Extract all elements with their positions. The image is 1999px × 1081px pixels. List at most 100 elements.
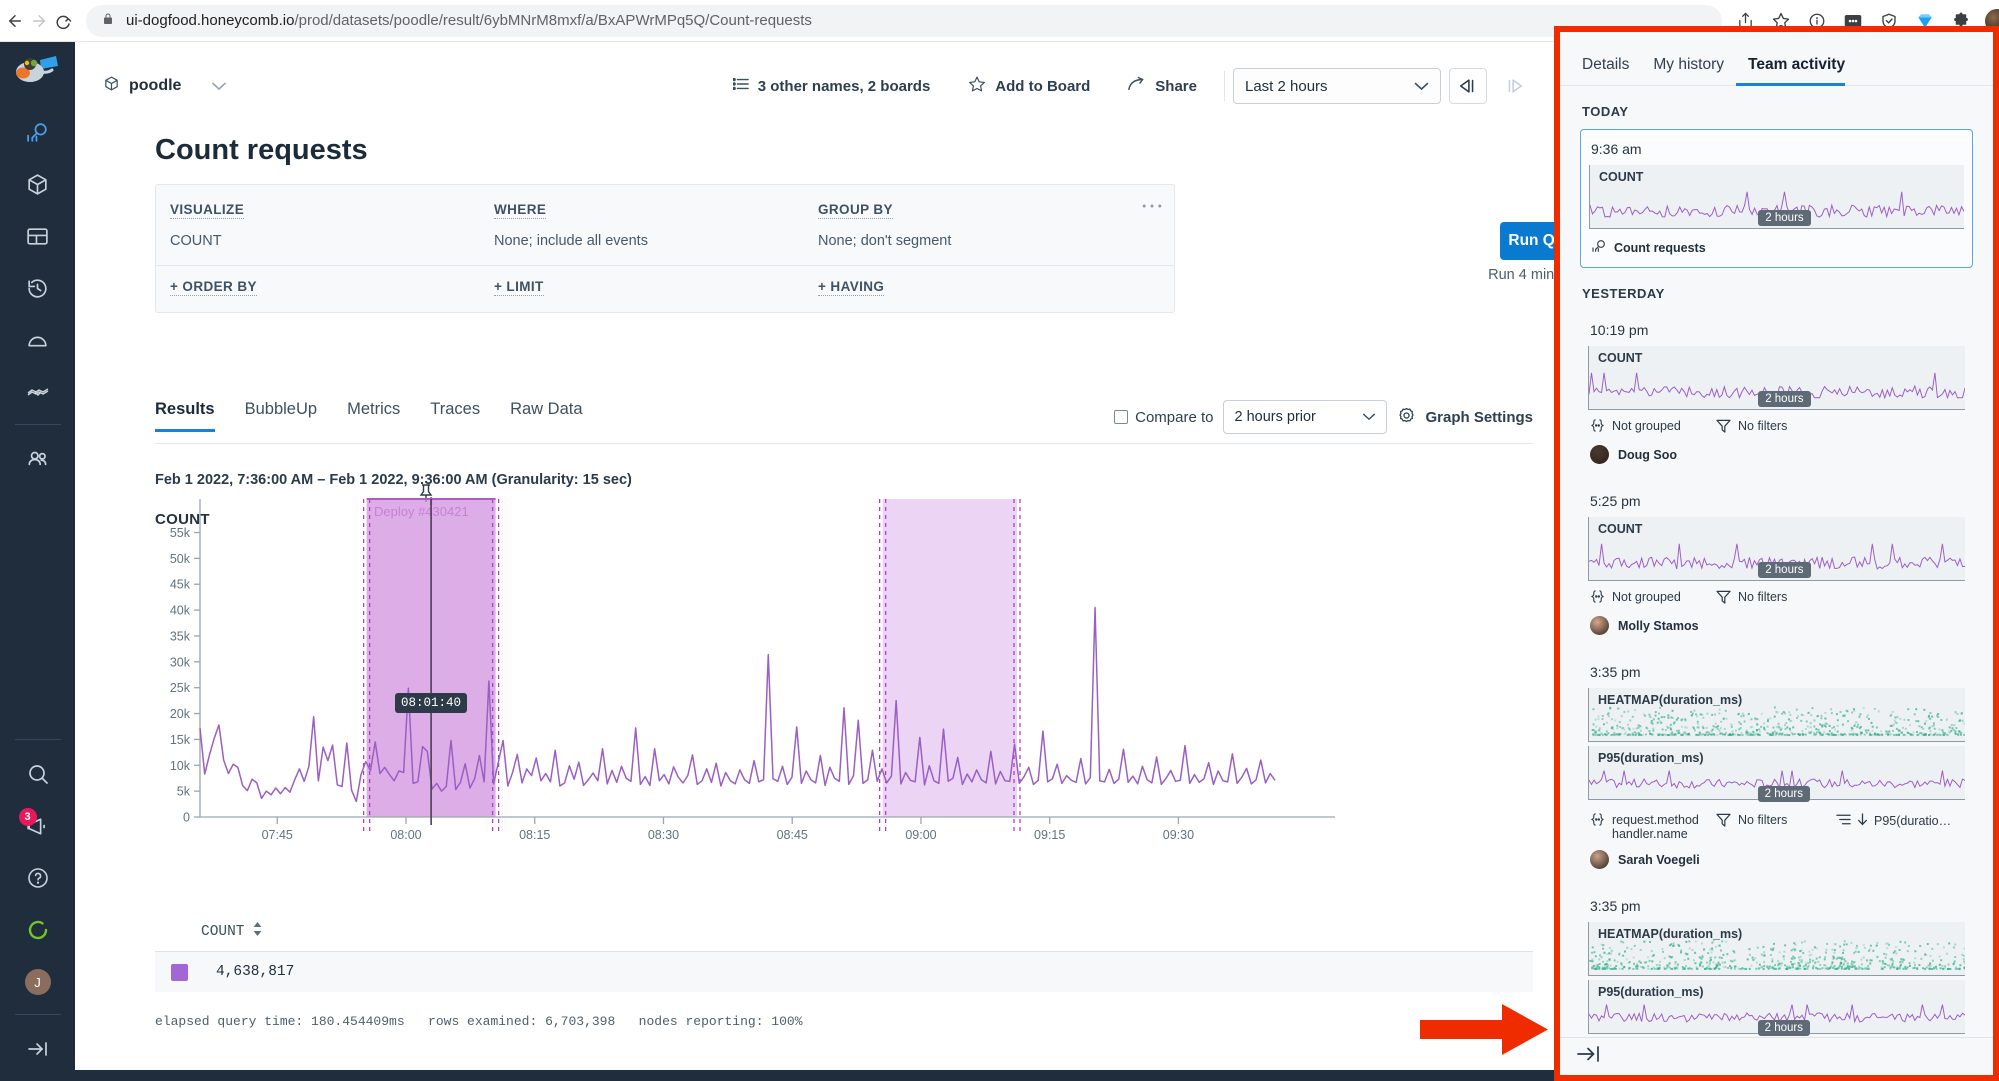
sidebar-item-boards[interactable] (16, 214, 60, 258)
tab-team-activity[interactable]: Team activity (1736, 56, 1857, 85)
activity-card[interactable]: 3:35 pm HEATMAP(duration_ms) P95(duratio… (1580, 653, 1973, 877)
step-back-icon[interactable] (1449, 68, 1487, 104)
activity-query-link[interactable]: Count requests (1589, 229, 1964, 259)
where-value[interactable]: None; include all events (494, 233, 818, 249)
activity-day-label: YESTERDAY (1560, 268, 1993, 301)
activity-graph[interactable]: HEATMAP(duration_ms) P95(duration_ms) 2 … (1588, 922, 1965, 1038)
activity-graph[interactable]: COUNT 2 hours (1589, 165, 1964, 229)
column-header-count[interactable]: COUNT (201, 924, 245, 940)
count-chart[interactable]: COUNT Deploy #430421 05k10k15k20k25k30k3… (155, 497, 1533, 897)
share-arrow-icon (1128, 76, 1146, 96)
activity-filter-text: No filters (1738, 419, 1787, 433)
table-row[interactable]: 4,638,817 (155, 952, 1533, 992)
chevron-down-icon (1362, 409, 1376, 425)
where-label[interactable]: WHERE (494, 202, 546, 219)
sidebar-item-triggers[interactable] (16, 318, 60, 362)
activity-author[interactable]: Sarah Voegeli (1588, 841, 1965, 869)
add-having[interactable]: + HAVING (818, 278, 1142, 296)
activity-filter-text: No filters (1738, 813, 1787, 827)
sidebar-item-slos[interactable] (16, 370, 60, 414)
help-question-icon[interactable] (16, 856, 60, 900)
tab-traces[interactable]: Traces (415, 400, 495, 431)
step-forward-icon[interactable] (1495, 68, 1533, 104)
collapse-rail-icon[interactable] (16, 1027, 60, 1071)
avatar (1590, 445, 1609, 464)
add-having-label[interactable]: + HAVING (818, 279, 884, 296)
url-path: /prod/datasets/poodle/result/6ybMNrM8mxf… (294, 12, 811, 29)
activity-card[interactable]: 5:25 pm COUNT 2 hours Not groupedNo filt… (1580, 482, 1973, 643)
query-clause-groupby[interactable]: GROUP BY None; don't segment (818, 201, 1142, 249)
activity-heatmap[interactable]: HEATMAP(duration_ms) (1588, 922, 1965, 976)
lock-icon (102, 12, 114, 29)
forward-arrow-icon[interactable] (30, 3, 48, 39)
tab-my-history[interactable]: My history (1641, 56, 1736, 85)
status-ring-icon[interactable] (16, 908, 60, 952)
url-host: ui-dogfood.honeycomb.io (126, 12, 294, 29)
compare-to-checkbox[interactable]: Compare to (1114, 409, 1213, 426)
sidebar-item-team[interactable] (16, 437, 60, 481)
activity-author[interactable]: Molly Stamos (1588, 607, 1965, 635)
team-activity-list[interactable]: TODAY 9:36 am COUNT 2 hours Count request… (1560, 86, 1993, 1075)
groupby-value[interactable]: None; don't segment (818, 233, 1142, 249)
honeycomb-mascot-logo[interactable] (10, 52, 66, 102)
svg-text:20k: 20k (170, 707, 191, 721)
activity-card[interactable]: 10:19 pm COUNT 2 hours Not groupedNo fil… (1580, 311, 1973, 472)
compare-period-select[interactable]: 2 hours prior (1223, 400, 1387, 434)
activity-graph[interactable]: HEATMAP(duration_ms) P95(duration_ms) 2 … (1588, 688, 1965, 804)
activity-day-label: TODAY (1560, 86, 1993, 119)
time-range-select[interactable]: Last 2 hours (1233, 68, 1441, 104)
activity-author[interactable]: Doug Soo (1588, 436, 1965, 464)
tab-metrics[interactable]: Metrics (332, 400, 415, 431)
down-arrow-icon (1857, 813, 1868, 829)
chart-svg[interactable]: 05k10k15k20k25k30k35k40k45k50k55k07:4508… (155, 497, 1533, 897)
announcements-megaphone-icon[interactable]: 3 (16, 804, 60, 848)
collapse-panel-icon[interactable] (1576, 1045, 1602, 1069)
svg-text:08:00: 08:00 (390, 828, 421, 842)
run-query-button[interactable]: Run Query (1500, 222, 1557, 260)
bottom-strip (75, 1070, 1554, 1081)
query-clause-where[interactable]: WHERE None; include all events (494, 201, 818, 249)
activity-card[interactable]: 9:36 am COUNT 2 hours Count requests (1580, 129, 1973, 268)
visualize-value[interactable]: COUNT (170, 233, 494, 249)
activity-graph[interactable]: COUNT 2 hours (1588, 517, 1965, 581)
panel-collapse-footer[interactable] (1560, 1037, 1993, 1075)
chevron-down-icon[interactable] (212, 79, 226, 94)
activity-meta-row: request.method handler.nameNo filtersP95… (1588, 804, 1965, 841)
user-avatar[interactable]: J (16, 960, 60, 1004)
query-builder: VISUALIZE COUNT WHERE None; include all … (155, 184, 1175, 313)
add-order-by[interactable]: + ORDER BY (170, 278, 494, 296)
address-bar[interactable]: ui-dogfood.honeycomb.io/prod/datasets/po… (86, 5, 1722, 37)
ellipsis-icon[interactable] (1142, 193, 1162, 214)
back-arrow-icon[interactable] (6, 3, 24, 39)
tab-raw-data[interactable]: Raw Data (495, 400, 597, 431)
tab-details[interactable]: Details (1582, 56, 1641, 85)
reload-icon[interactable] (54, 3, 72, 39)
activity-heatmap[interactable]: HEATMAP(duration_ms) (1588, 688, 1965, 742)
add-limit[interactable]: + LIMIT (494, 278, 818, 296)
share-button[interactable]: Share (1109, 76, 1216, 96)
graph-settings-button[interactable]: Graph Settings (1397, 406, 1533, 429)
search-icon[interactable] (16, 752, 60, 796)
tab-results[interactable]: Results (155, 400, 230, 431)
tab-bubbleup[interactable]: BubbleUp (230, 400, 332, 431)
svg-text:5k: 5k (177, 785, 191, 799)
sidebar-item-history[interactable] (16, 266, 60, 310)
add-order-by-label[interactable]: + ORDER BY (170, 279, 257, 296)
activity-groupby: request.method handler.name (1590, 813, 1716, 841)
query-clause-visualize[interactable]: VISUALIZE COUNT (170, 201, 494, 249)
dataset-name: poodle (129, 77, 181, 95)
dataset-selector[interactable]: poodle (103, 75, 226, 97)
sidebar-item-query[interactable] (16, 110, 60, 154)
sort-updown-icon[interactable] (253, 922, 262, 941)
activity-graph[interactable]: COUNT 2 hours (1588, 346, 1965, 410)
right-panel-tabs: Details My history Team activity (1560, 32, 1993, 86)
add-limit-label[interactable]: + LIMIT (494, 279, 544, 296)
other-names-link[interactable]: 3 other names, 2 boards (714, 77, 950, 95)
table-header-row: COUNT (155, 922, 1533, 952)
groupby-label[interactable]: GROUP BY (818, 202, 893, 219)
add-to-board-button[interactable]: Add to Board (949, 75, 1109, 97)
visualize-label[interactable]: VISUALIZE (170, 202, 244, 219)
checkbox-box[interactable] (1114, 410, 1128, 424)
sidebar-item-datasets[interactable] (16, 162, 60, 206)
avatar (1590, 850, 1609, 869)
